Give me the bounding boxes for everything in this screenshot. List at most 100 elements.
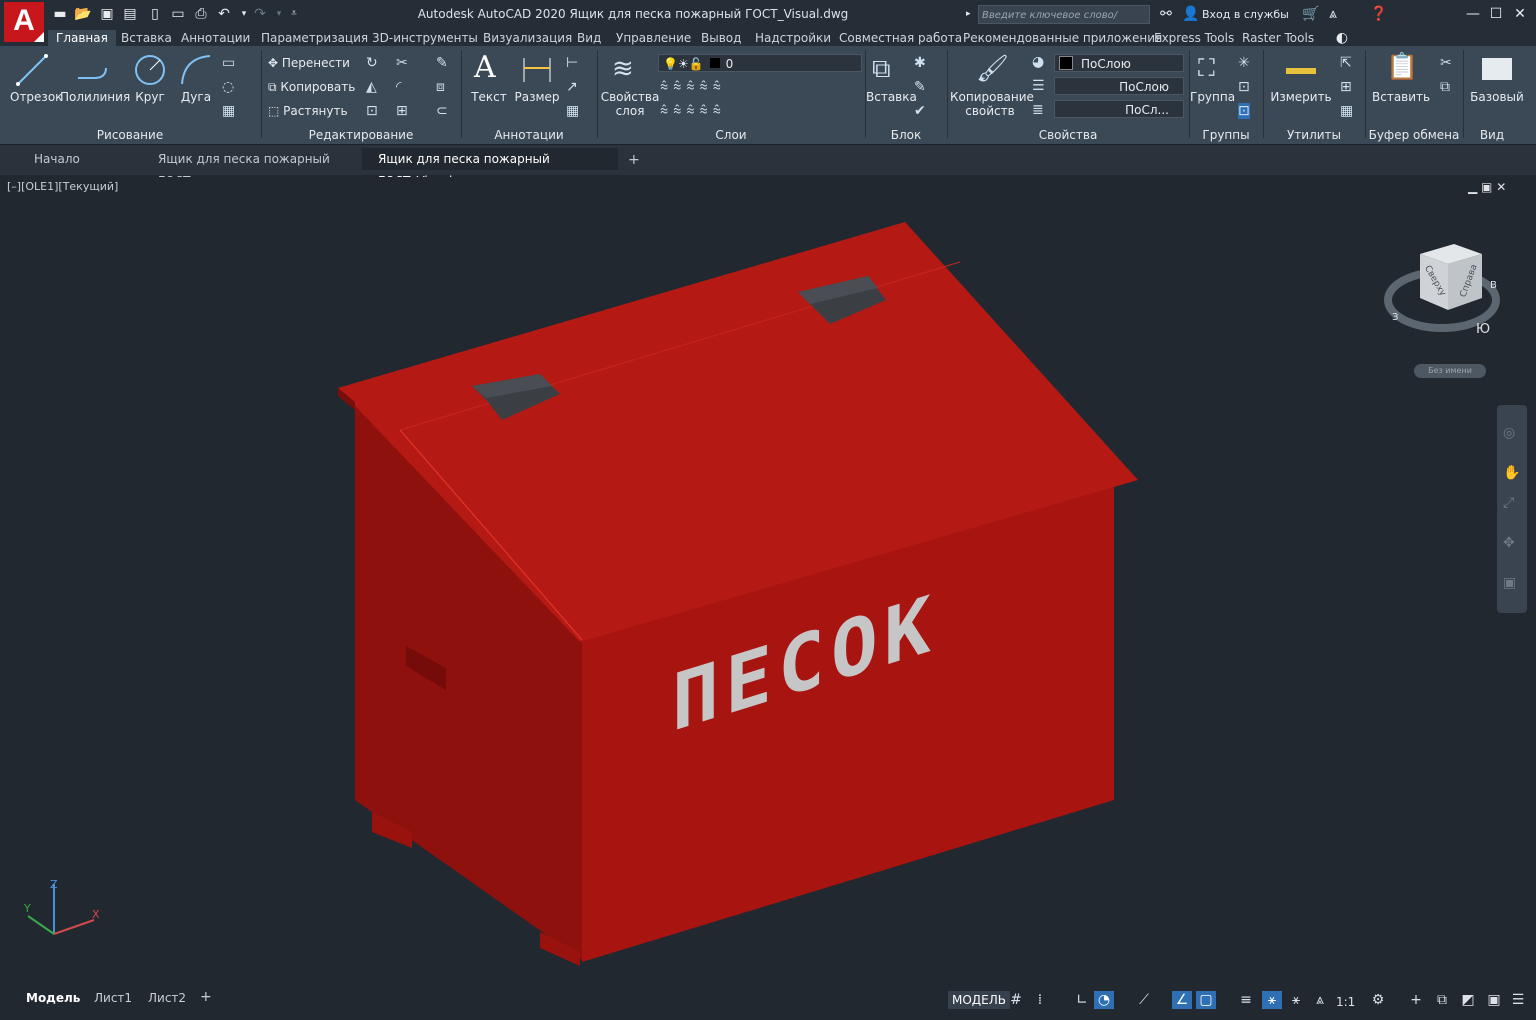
snap-icon[interactable]: ⁞ [1030, 991, 1050, 1009]
group-edit-icon[interactable]: ⊡ [1238, 79, 1250, 95]
circle-button[interactable]: Круг [132, 90, 168, 104]
doc-tab-drawing[interactable]: Ящик для песка пожарный ГОСТ✕ [142, 148, 362, 188]
tab-featured-apps[interactable]: Рекомендованные приложения [963, 30, 1162, 46]
lineweight-toggle-icon[interactable]: ≡ [1236, 991, 1256, 1009]
explode-icon[interactable]: ⧈ [436, 79, 445, 95]
layer-tools-row1-icon[interactable]: ⩯⩯⩯⩯⩯ [660, 79, 770, 95]
select-all-icon[interactable]: ⊞ [1340, 79, 1352, 95]
polyline-icon[interactable] [74, 52, 110, 88]
layer-properties-button[interactable]: Свойства слоя [600, 90, 660, 118]
text-button[interactable]: Текст [468, 90, 510, 104]
arc-icon[interactable] [178, 52, 214, 88]
copy-button[interactable]: ⧉ Копировать [268, 77, 355, 97]
showmotion-icon[interactable]: ▣ [1503, 575, 1516, 591]
tab-collaborate[interactable]: Совместная работа [839, 30, 962, 46]
isolate-objects-icon[interactable]: ◩ [1458, 991, 1478, 1009]
object-snap-tracking-icon[interactable]: ∠ [1172, 991, 1192, 1009]
clean-screen-icon[interactable]: ▣ [1484, 991, 1504, 1009]
doc-tab-start[interactable]: Начало [18, 148, 142, 170]
steering-wheel-icon[interactable]: ◎ [1503, 425, 1515, 441]
erase-icon[interactable]: ✎ [436, 55, 448, 71]
tab-sheet1[interactable]: Лист1 [94, 988, 132, 1008]
arc-button[interactable]: Дуга [178, 90, 214, 104]
quick-select-icon[interactable]: ⇱ [1340, 55, 1352, 71]
viewport-window-controls[interactable]: ▁ ▣ ✕ [1468, 180, 1506, 194]
modify-group-label[interactable]: Редактирование [262, 126, 460, 144]
lineweight-dropdown[interactable]: ПоСл... [1054, 100, 1184, 118]
rectangle-icon[interactable]: ▭ [222, 55, 235, 71]
orbit-icon[interactable]: ✥ [1503, 535, 1515, 551]
doc-tab-visual[interactable]: Ящик для песка пожарный ГОСТ_Visual✕ [362, 148, 618, 188]
paste-button[interactable]: Вставить [1372, 90, 1430, 104]
group-selection-icon[interactable]: ⊡ [1238, 103, 1250, 119]
groups-group-label[interactable]: Группы [1190, 126, 1262, 144]
tab-annotate[interactable]: Аннотации [181, 30, 250, 46]
draw-group-label[interactable]: Рисование [0, 126, 260, 144]
trim-icon[interactable]: ✂ [396, 55, 408, 71]
ribbon-options-icon[interactable]: ◐ [1334, 30, 1350, 46]
rotate-icon[interactable]: ↻ [366, 55, 378, 71]
store-cart-icon[interactable]: 🛒 [1302, 6, 1319, 22]
tab-view[interactable]: Вид [577, 30, 601, 46]
base-view-icon[interactable] [1482, 58, 1512, 80]
tab-manage[interactable]: Управление [616, 30, 691, 46]
ucs-menu[interactable]: Без имени [1414, 364, 1486, 378]
circle-icon[interactable] [132, 52, 168, 88]
properties-group-label[interactable]: Свойства [948, 126, 1188, 144]
viewcube-south[interactable]: Ю [1476, 322, 1490, 337]
layer-tools-row2-icon[interactable]: ⩯⩯⩯⩯⩯ [660, 103, 770, 119]
annotation-group-label[interactable]: Аннотации [462, 126, 596, 144]
autodesk-a360-icon[interactable]: ⩓ [1325, 6, 1341, 22]
ungroup-icon[interactable]: ✳ [1238, 55, 1250, 71]
add-layout-icon[interactable]: + [200, 987, 212, 1007]
match-properties-icon[interactable]: 🖌 [976, 54, 1009, 84]
application-menu-button[interactable]: A [4, 2, 44, 42]
tab-output[interactable]: Вывод [701, 30, 741, 46]
viewcube-east[interactable]: В [1490, 280, 1497, 291]
layers-group-label[interactable]: Слои [598, 126, 864, 144]
measure-button[interactable]: Измерить [1268, 90, 1334, 104]
user-icon[interactable]: 👤 [1182, 6, 1199, 22]
insert-block-icon[interactable]: ⧉ [872, 54, 891, 85]
group-icon[interactable]: ⛶ [1198, 54, 1215, 82]
units-icon[interactable]: ⧉ [1432, 991, 1452, 1009]
mirror-icon[interactable]: ◭ [366, 79, 377, 95]
match-properties-button[interactable]: Копирование свойств [950, 90, 1034, 118]
scale-icon[interactable]: ⊡ [366, 103, 378, 119]
block-attributes-icon[interactable]: ✔ [914, 103, 926, 119]
tab-sheet2[interactable]: Лист2 [148, 988, 186, 1008]
sign-in-link[interactable]: Вход в службы [1202, 8, 1289, 21]
linear-dim-icon[interactable]: ⊢ [566, 55, 578, 71]
viewport-controls-label[interactable]: [–][OLE1][Текущий] [7, 180, 118, 193]
clipboard-group-label[interactable]: Буфер обмена [1366, 126, 1462, 144]
polar-tracking-icon[interactable]: ◔ [1094, 991, 1114, 1009]
tab-raster-tools[interactable]: Raster Tools [1242, 30, 1314, 46]
stretch-button[interactable]: ⬚ Растянуть [268, 101, 348, 121]
drawing-viewport[interactable] [4, 177, 1532, 987]
tab-home[interactable]: Главная [48, 30, 116, 46]
line-icon[interactable] [14, 52, 50, 88]
binoculars-icon[interactable]: ⚯ [1158, 6, 1174, 22]
help-icon[interactable]: ❓ [1370, 6, 1387, 22]
copy-clip-icon[interactable]: ⧉ [1440, 79, 1450, 95]
search-expand-icon[interactable]: ▸ [966, 9, 971, 19]
grid-icon[interactable]: # [1006, 991, 1026, 1009]
layer-properties-icon[interactable]: ≋ [612, 54, 634, 84]
block-group-label[interactable]: Блок [866, 126, 946, 144]
color-dropdown[interactable]: ПоСлою [1054, 54, 1184, 72]
tab-add-ins[interactable]: Надстройки [755, 30, 831, 46]
table-icon[interactable]: ▦ [566, 103, 579, 119]
tab-parametric[interactable]: Параметризация [261, 30, 368, 46]
pan-icon[interactable]: ✋ [1503, 465, 1520, 481]
measure-icon[interactable] [1286, 68, 1316, 74]
maximize-window-icon[interactable]: ☐ [1488, 6, 1504, 22]
offset-icon[interactable]: ⊂ [436, 103, 448, 119]
hatch-icon[interactable]: ◌ [222, 79, 234, 95]
leader-icon[interactable]: ↗ [566, 79, 578, 95]
close-window-icon[interactable]: ✕ [1512, 6, 1528, 22]
layer-dropdown[interactable]: 💡☀🔓 0 [658, 54, 862, 72]
dimension-button[interactable]: Размер [514, 90, 560, 104]
tab-3d-tools[interactable]: 3D-инструменты [372, 30, 478, 46]
paste-icon[interactable]: 📋 [1386, 52, 1418, 82]
viewcube-west[interactable]: З [1392, 312, 1398, 323]
